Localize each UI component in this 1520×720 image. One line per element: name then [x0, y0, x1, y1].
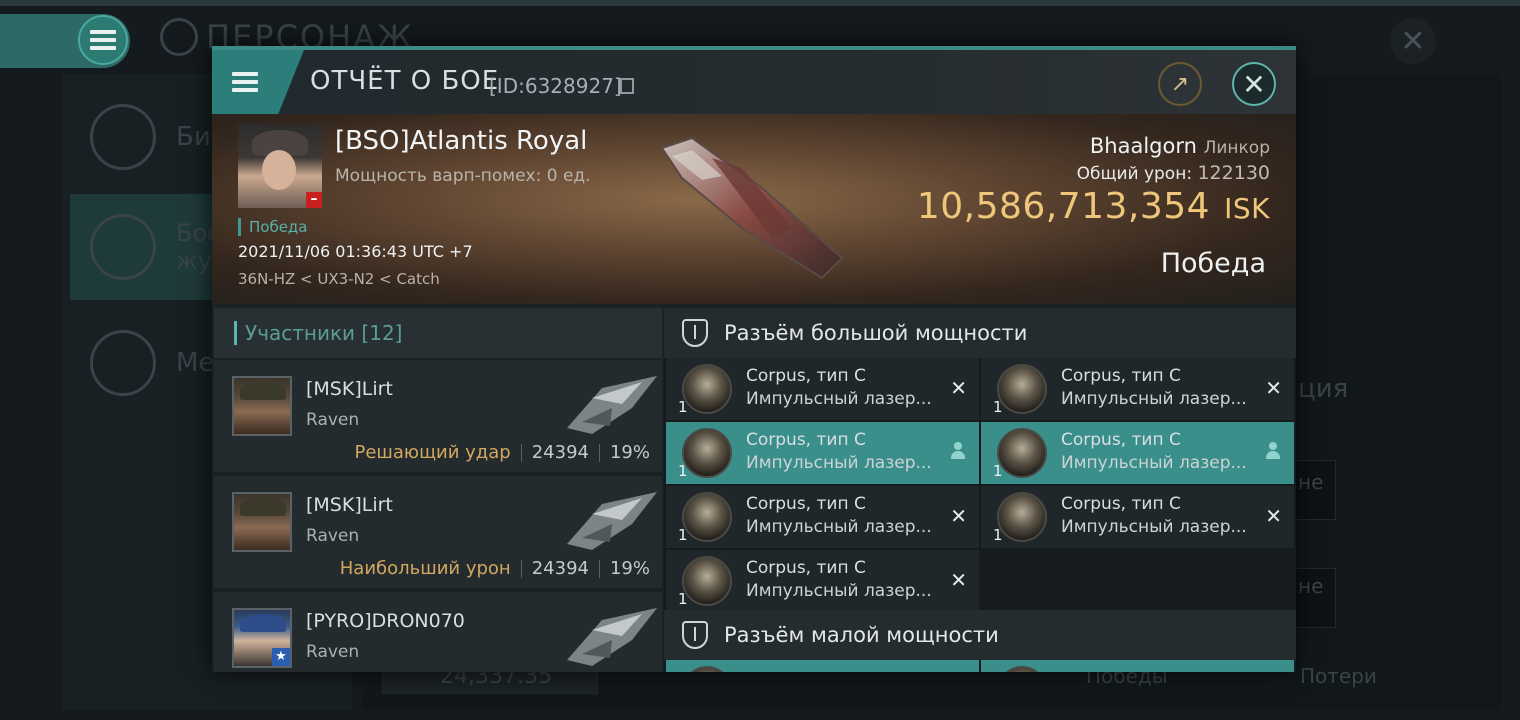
module-icon — [997, 666, 1047, 672]
result-label: Победа — [1160, 248, 1266, 279]
partial-ne-1: не — [1298, 470, 1324, 494]
module-item[interactable]: 1 Corpus, тип C Импульсный лазер... ✕ — [666, 550, 979, 612]
destroyed-icon: ✕ — [1265, 376, 1282, 400]
victim-ship[interactable]: Bhaalgorn Линкор — [1090, 134, 1270, 158]
raven-ship-icon — [567, 492, 657, 550]
copy-icon[interactable] — [620, 78, 634, 94]
report-menu-button[interactable] — [212, 50, 304, 114]
losses-label: Потери — [1300, 664, 1377, 688]
raven-ship-icon — [567, 608, 657, 666]
participant-row[interactable]: [MSK]Lirt Raven Наибольший урон 24394 19… — [214, 476, 662, 588]
raven-ship-icon — [567, 376, 657, 434]
module-item[interactable]: 1 Corpus, тип C Импульсный лазер... — [666, 422, 979, 484]
top-strip — [0, 0, 1520, 6]
star-medal-icon — [90, 330, 156, 396]
laser-module-icon — [682, 492, 732, 542]
battle-report-modal: ОТЧЁТ О БОЕ [ID:6328927] ↗ ✕ – [BSO]Atla… — [212, 46, 1296, 672]
module-item[interactable]: 1 Corpus, тип C Импульсный лазер... — [981, 422, 1294, 484]
kill-datetime: 2021/11/06 01:36:43 UTC +7 — [238, 242, 473, 261]
character-icon — [160, 18, 198, 56]
laser-module-icon — [682, 364, 732, 414]
destroyed-icon: ✕ — [950, 504, 967, 528]
avatar: ★ — [232, 608, 292, 668]
module-item[interactable]: 1 Corpus, тип C Импульсный лазер... ✕ — [666, 358, 979, 420]
report-title: ОТЧЁТ О БОЕ — [310, 66, 500, 96]
destroyed-icon: ✕ — [950, 568, 967, 592]
external-link-icon: ↗ — [1170, 71, 1190, 97]
laser-module-icon — [682, 428, 732, 478]
modal-header: ОТЧЁТ О БОЕ [ID:6328927] ↗ ✕ — [212, 50, 1296, 114]
partial-ne-2: не — [1298, 574, 1324, 598]
star-icon: ★ — [272, 648, 290, 666]
laser-module-icon — [997, 492, 1047, 542]
hamburger-icon — [90, 30, 116, 50]
module-item[interactable]: 1 Corpus, тип C Импульсный лазер... ✕ — [666, 486, 979, 548]
main-menu-button[interactable] — [0, 14, 130, 68]
high-slot-header: Разъём большой мощности — [664, 308, 1296, 358]
close-icon: ✕ — [1242, 67, 1266, 101]
participant-row[interactable]: [MSK]Lirt Raven Решающий удар 24394 19% — [214, 360, 662, 472]
ship-render — [660, 136, 844, 280]
fitting-panel: Разъём большой мощности 1 Corpus, тип C … — [664, 308, 1296, 672]
standing-minus-icon: – — [306, 192, 322, 208]
low-slot-icon — [682, 621, 708, 649]
victim-name[interactable]: [BSO]Atlantis Royal — [335, 126, 587, 156]
destroyed-icon: ✕ — [1265, 504, 1282, 528]
close-button[interactable]: ✕ — [1232, 62, 1276, 106]
avatar — [232, 492, 292, 552]
dropped-person-icon — [1266, 442, 1280, 460]
module-item[interactable] — [666, 660, 979, 672]
avatar — [232, 376, 292, 436]
victory-tag: Победа — [238, 218, 308, 236]
laser-module-icon — [682, 556, 732, 606]
participants-panel: Участники [12] [MSK]Lirt Raven Решающий … — [214, 308, 662, 672]
participant-row[interactable]: ★ [PYRO]DRON070 Raven — [214, 592, 662, 672]
destroyed-icon: ✕ — [950, 376, 967, 400]
laser-module-icon — [997, 428, 1047, 478]
module-item[interactable]: 1 Corpus, тип C Импульсный лазер... ✕ — [981, 358, 1294, 420]
share-button[interactable]: ↗ — [1158, 62, 1202, 106]
isk-value: 10,586,713,354 ISK — [916, 186, 1270, 227]
total-damage: Общий урон: 122130 — [1076, 162, 1270, 184]
report-id: [ID:6328927] — [489, 74, 622, 98]
partial-heading: ция — [1298, 374, 1349, 404]
crossed-swords-icon — [90, 214, 156, 280]
victim-portrait[interactable]: – — [238, 124, 322, 208]
module-item[interactable] — [981, 660, 1294, 672]
laser-module-icon — [997, 364, 1047, 414]
victim-banner: – [BSO]Atlantis Royal Мощность варп-поме… — [212, 114, 1296, 304]
kill-location[interactable]: 36N-HZ < UX3-N2 < Catch — [238, 270, 440, 288]
high-slot-icon — [682, 319, 708, 347]
participants-header: Участники [12] — [214, 308, 662, 358]
module-icon — [682, 666, 732, 672]
module-item[interactable]: 1 Corpus, тип C Импульсный лазер... ✕ — [981, 486, 1294, 548]
hamburger-icon — [232, 72, 258, 92]
page-close-button[interactable]: ✕ — [1390, 18, 1436, 64]
list-icon — [90, 104, 156, 170]
dropped-person-icon — [951, 442, 965, 460]
low-slot-header: Разъём малой мощности — [664, 610, 1296, 660]
warp-strength: Мощность варп-помех: 0 ед. — [335, 166, 591, 186]
